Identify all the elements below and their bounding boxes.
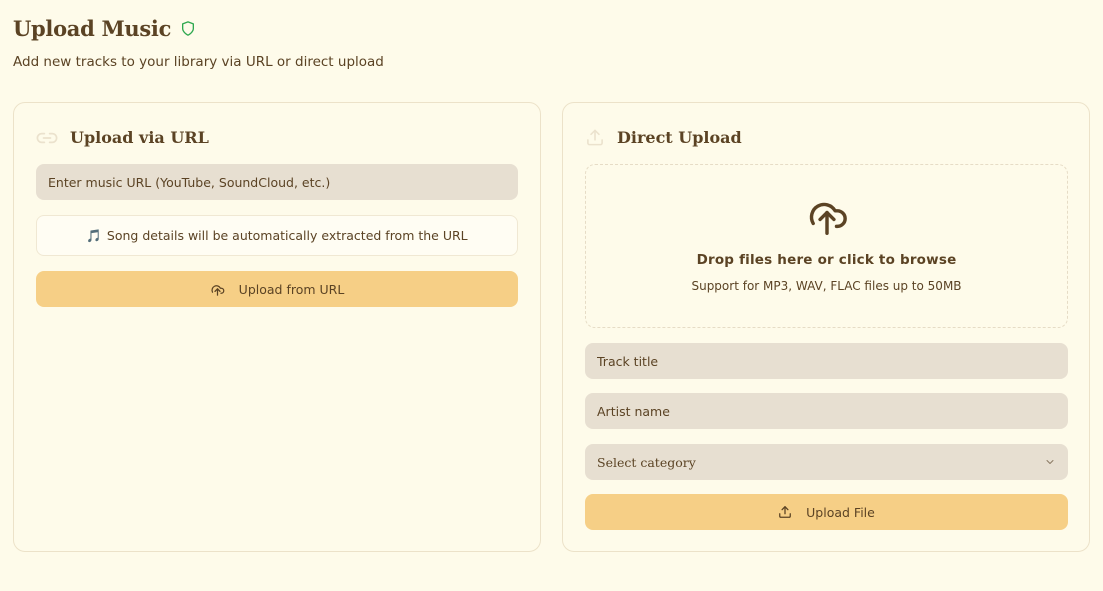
direct-upload-card: Direct Upload Drop files here or click t… [562,102,1090,552]
file-dropzone[interactable]: Drop files here or click to browse Suppo… [585,164,1068,328]
direct-card-header: Direct Upload [585,128,742,147]
upload-icon [585,128,605,147]
upload-file-label: Upload File [806,504,875,520]
page-header: Upload Music [13,16,196,41]
upload-icon [778,505,792,519]
shield-icon [180,20,196,37]
link-icon [36,131,58,145]
auto-extract-info: 🎵 Song details will be automatically ext… [36,215,518,256]
url-card-header: Upload via URL [36,128,209,147]
url-card-title: Upload via URL [70,128,209,147]
music-url-input[interactable] [36,164,518,200]
upload-via-url-card: Upload via URL 🎵 Song details will be au… [13,102,541,552]
cloud-upload-icon [210,283,225,296]
cloud-upload-icon [806,197,848,235]
dropzone-title: Drop files here or click to browse [696,252,957,268]
category-select[interactable]: Select category [585,444,1068,480]
upload-from-url-button[interactable]: Upload from URL [36,271,518,307]
dropzone-subtitle: Support for MP3, WAV, FLAC files up to 5… [691,279,962,293]
auto-extract-info-text: Song details will be automatically extra… [106,228,468,243]
music-note-icon: 🎵 [86,227,102,243]
page-title: Upload Music [13,16,172,41]
upload-file-button[interactable]: Upload File [585,494,1068,530]
direct-card-title: Direct Upload [617,128,742,147]
chevron-down-icon [1044,456,1056,468]
artist-name-input[interactable] [585,393,1068,429]
category-select-value: Select category [597,454,696,470]
track-title-input[interactable] [585,343,1068,379]
page-subtitle: Add new tracks to your library via URL o… [13,54,384,70]
upload-from-url-label: Upload from URL [238,281,345,297]
